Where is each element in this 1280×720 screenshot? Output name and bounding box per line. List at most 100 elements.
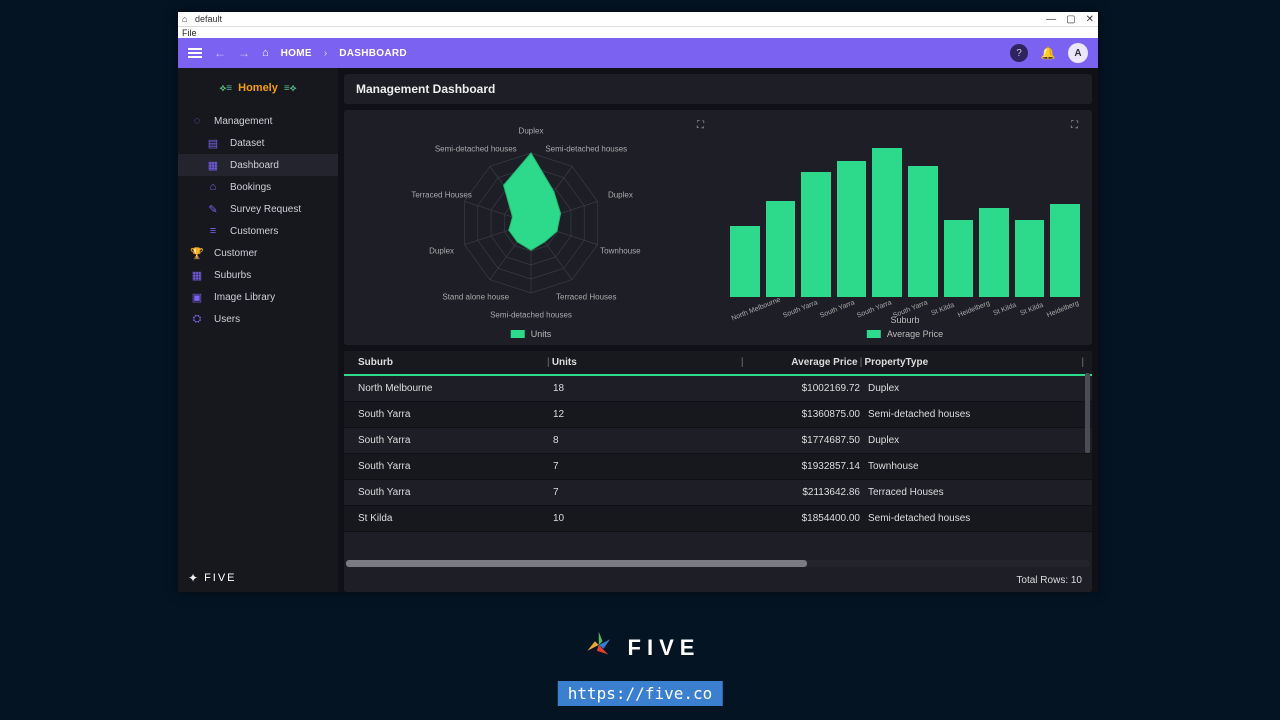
bar-legend-label: Average Price [887,329,943,339]
home-icon: ⌂ [206,181,220,193]
sidebar-item-image-library[interactable]: ▣ Image Library [178,286,338,308]
bar[interactable] [801,172,831,297]
table-row[interactable]: North Melbourne18$1002169.72Duplex [344,376,1092,402]
logo-deco-right: ≡⟡ [284,83,296,94]
sidebar-item-dataset[interactable]: ▤ Dataset [178,132,338,154]
home-icon[interactable]: ⌂ [262,47,269,59]
bar-xlabel: Suburb [890,315,919,325]
cell: $1360875.00 [744,409,864,420]
radar-legend-label: Units [531,329,552,339]
sidebar: ⟡≡ Homely ≡⟡ ◌Management▤Dataset▦Dashboa… [178,68,338,592]
page-branding: FIVE https://five.co [558,626,723,706]
five-logo: FIVE [580,626,701,669]
col-price[interactable]: Average Price [742,357,862,368]
sidebar-item-survey-request[interactable]: ✎Survey Request [178,198,338,220]
bar[interactable] [944,220,974,298]
sidebar-item-label: Suburbs [214,270,251,281]
window-minimize-button[interactable]: — [1046,14,1056,25]
table-row[interactable]: St Kilda10$1854400.00Semi-detached house… [344,506,1092,532]
cell: Duplex [864,435,1082,446]
bar-chart: ⛶ North MelbourneSouth YarraSouth YarraS… [718,114,1092,341]
breadcrumb-home[interactable]: HOME [281,48,312,59]
menu-file[interactable]: File [182,28,197,38]
bar[interactable] [837,161,867,297]
sidebar-item-customers[interactable]: ≡Customers [178,220,338,242]
sidebar-item-users[interactable]: ⛭Users [178,308,338,330]
cell: $1932857.14 [744,461,864,472]
radar-axis-label: Townhouse [600,247,640,256]
table-row[interactable]: South Yarra7$1932857.14Townhouse [344,454,1092,480]
cell: $1854400.00 [744,513,864,524]
help-icon[interactable]: ? [1010,44,1028,62]
nav-back-button[interactable]: ← [214,46,226,60]
breadcrumb-dashboard[interactable]: DASHBOARD [339,48,407,59]
bar[interactable] [908,166,938,297]
radar-axis-label: Terraced Houses [556,293,616,302]
expand-bar-button[interactable]: ⛶ [1071,120,1078,131]
col-type[interactable]: PropertyType [860,357,1083,368]
radar-axis-label: Duplex [519,126,544,135]
chevron-right-icon: › [324,48,327,59]
bar[interactable] [766,201,796,297]
table-row[interactable]: South Yarra8$1774687.50Duplex [344,428,1092,454]
table-header: Suburb | Units | Average Price | Propert… [344,351,1092,376]
col-suburb[interactable]: Suburb [354,357,549,368]
table-row[interactable]: South Yarra7$2113642.86Terraced Houses [344,480,1092,506]
bar[interactable] [872,148,902,297]
bell-icon[interactable]: 🔔 [1040,45,1056,61]
footer-url[interactable]: https://five.co [558,681,723,706]
radar-axis-label: Semi-detached houses [545,144,627,153]
avatar[interactable]: A [1068,43,1088,63]
cell: 7 [549,461,744,472]
bar-category-label: Heidelberg [957,300,991,319]
sidebar-item-dashboard[interactable]: ▦Dashboard [178,154,338,176]
sidebar-item-bookings[interactable]: ⌂ Bookings [178,176,338,198]
window-maximize-button[interactable]: ▢ [1066,14,1075,25]
sidebar-item-label: Survey Request [230,204,301,215]
appbar: ← → ⌂ HOME › DASHBOARD ? 🔔 A [178,38,1098,68]
radar-axis-label: Duplex [429,247,454,256]
page-title: Management Dashboard [344,74,1092,104]
bar[interactable] [1015,220,1045,298]
cell: 12 [549,409,744,420]
five-logo-text: FIVE [628,635,701,661]
window-menubar: File [178,26,1098,38]
dataset-icon: ▤ [206,137,220,150]
table-footer: Total Rows: 10 [344,569,1092,592]
sidebar-item-customer[interactable]: 🏆Customer [178,242,338,264]
bar[interactable] [730,226,760,297]
nav-forward-button[interactable]: → [238,46,250,60]
cell: 8 [549,435,744,446]
horizontal-scroll-thumb[interactable] [346,560,807,567]
logo-deco-left: ⟡≡ [220,83,232,94]
vertical-scroll-thumb[interactable] [1085,373,1090,453]
legend-swatch [867,330,881,338]
image-icon: ▣ [190,291,204,304]
sidebar-item-label: Customers [230,226,278,237]
sidebar-item-management[interactable]: ◌Management [178,110,338,132]
cell: 18 [549,383,744,394]
bar[interactable] [1050,204,1080,297]
horizontal-scroll-track[interactable] [346,560,1090,567]
grid-icon: ▦ [190,269,204,282]
bar-category-label: South Yarra [782,299,819,319]
window-icon: ⌂ [182,14,192,24]
sidebar-item-label: Dataset [230,138,264,149]
cell: 7 [549,487,744,498]
sidebar-item-label: Image Library [214,292,275,303]
cell: South Yarra [354,461,549,472]
sidebar-item-suburbs[interactable]: ▦ Suburbs [178,264,338,286]
menu-toggle-button[interactable] [188,48,202,58]
radar-axis-label: Duplex [608,190,633,199]
radar-axis-label: Stand alone house [442,293,509,302]
cell: Semi-detached houses [864,513,1082,524]
bar-category-label: St Kilda [1018,301,1046,318]
table-row[interactable]: South Yarra12$1360875.00Semi-detached ho… [344,402,1092,428]
bar[interactable] [979,208,1009,297]
sidebar-item-label: Bookings [230,182,271,193]
window-close-button[interactable]: ✕ [1086,14,1094,25]
cell: North Melbourne [354,383,549,394]
expand-radar-button[interactable]: ⛶ [697,120,704,131]
trophy-icon: 🏆 [190,247,204,260]
col-units[interactable]: Units [548,357,743,368]
